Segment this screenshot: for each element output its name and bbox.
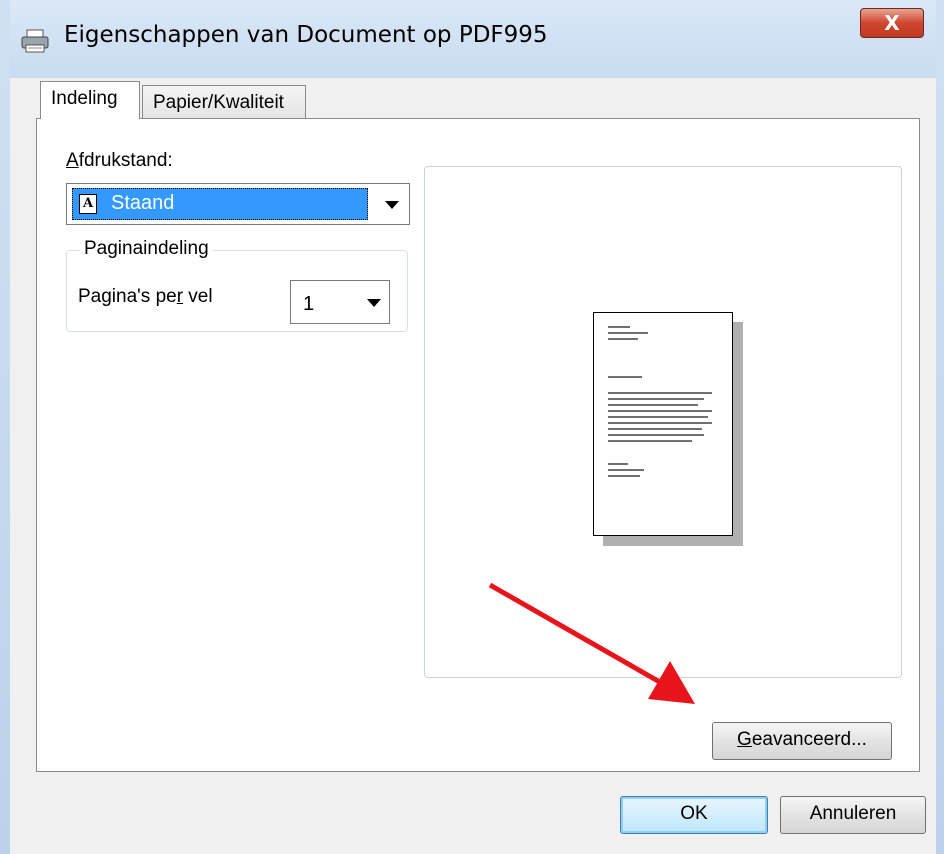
advanced-button-label: eavanceerd... — [751, 729, 867, 750]
preview-text-line — [608, 398, 704, 400]
pages-per-sheet-label-text-1: Pagina's pe — [78, 286, 177, 307]
preview-text-line — [608, 463, 628, 465]
portrait-page-icon: A — [79, 194, 97, 214]
preview-text-line — [608, 469, 644, 471]
preview-text-line — [608, 428, 702, 430]
chevron-down-icon[interactable] — [385, 201, 399, 209]
orientation-label-accel: A — [66, 150, 79, 171]
preview-text-line — [608, 475, 640, 477]
annotation-arrow-shaft — [488, 582, 667, 688]
page-preview — [593, 312, 733, 536]
orientation-dropdown[interactable]: A Staand — [66, 183, 410, 225]
ok-button[interactable]: OK — [620, 796, 768, 834]
preview-text-line — [608, 376, 642, 378]
pages-per-sheet-value: 1 — [303, 293, 315, 315]
orientation-label-text: fdrukstand: — [78, 150, 173, 171]
orientation-selected-item: A Staand — [72, 188, 368, 220]
cancel-button[interactable]: Annuleren — [780, 796, 926, 834]
annotation-arrow — [488, 582, 695, 704]
preview-text-line — [608, 422, 712, 424]
page-layout-group-title: Paginaindeling — [80, 238, 213, 260]
preview-text-line — [608, 404, 698, 406]
chevron-down-icon[interactable] — [367, 299, 381, 307]
annotation-arrow-head — [648, 661, 695, 704]
advanced-button-accel: G — [737, 729, 752, 750]
preview-text-line — [608, 332, 648, 334]
printer-properties-dialog: Eigenschappen van Document op PDF995 X I… — [0, 0, 944, 854]
preview-text-line — [608, 392, 712, 394]
pages-per-sheet-dropdown[interactable]: 1 — [290, 280, 390, 324]
pages-per-sheet-label-text-2: vel — [183, 286, 213, 307]
preview-text-line — [608, 434, 704, 436]
orientation-label: Afdrukstand: — [66, 150, 173, 172]
preview-text-line — [608, 326, 630, 328]
preview-text-line — [608, 416, 708, 418]
pages-per-sheet-label: Pagina's per vel — [78, 286, 213, 308]
preview-text-line — [608, 410, 712, 412]
orientation-value: Staand — [111, 192, 175, 214]
advanced-button[interactable]: Geavanceerd... — [712, 722, 892, 760]
preview-text-line — [608, 338, 638, 340]
preview-text-line — [608, 440, 692, 442]
